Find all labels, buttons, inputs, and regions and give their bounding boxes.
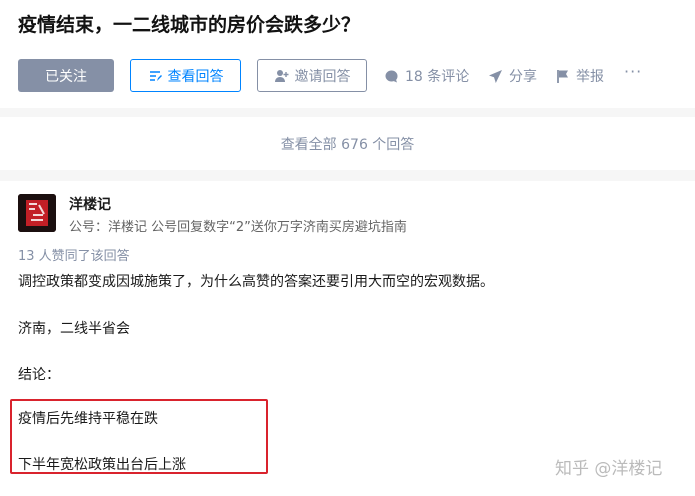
report-button[interactable]: 举报 [556,66,604,86]
answer-card: 洋楼记 公号：洋楼记 公号回复数字“2”送你万字济南买房避坑指南 13 人赞同了… [0,181,695,496]
question-header: 疫情结束，一二线城市的房价会跌多少？ 已关注 查看回答 邀请回答 18 条评论 … [0,0,695,108]
answer-paragraph: 济南，二线半省会 [18,321,130,337]
comments-label: 18 条评论 [405,69,470,85]
view-all-answers-label: 查看全部 676 个回答 [280,136,415,153]
view-answer-label: 查看回答 [167,68,224,85]
comments-button[interactable]: 18 条评论 [384,66,469,86]
followed-label: 已关注 [45,68,87,85]
share-label: 分享 [509,69,537,85]
avatar[interactable] [18,194,56,232]
share-icon [489,69,502,83]
share-button[interactable]: 分享 [488,66,537,86]
view-all-answers-button[interactable]: 查看全部 676 个回答 [0,117,695,170]
highlight-box [10,399,268,474]
watermark: 知乎 @洋楼记 [555,459,663,479]
pencil-icon [149,70,162,81]
question-title: 疫情结束，一二线城市的房价会跌多少？ [18,14,361,36]
flag-icon [557,69,568,83]
comment-icon [385,70,398,82]
author-name[interactable]: 洋楼记 [69,194,111,214]
more-button[interactable]: ··· [624,62,642,81]
invite-button[interactable]: 邀请回答 [257,59,367,92]
report-label: 举报 [576,69,604,85]
add-user-icon [274,69,288,82]
author-bio: 公号：洋楼记 公号回复数字“2”送你万字济南买房避坑指南 [69,220,407,235]
author-logo-icon [18,194,56,232]
answer-paragraph: 调控政策都变成因城施策了，为什么高赞的答案还要引用大而空的宏观数据。 [18,274,494,290]
answer-paragraph: 结论： [18,367,60,383]
invite-label: 邀请回答 [294,68,351,85]
vote-count: 13 人赞同了该回答 [18,249,130,264]
followed-button[interactable]: 已关注 [18,59,114,92]
view-answer-button[interactable]: 查看回答 [130,59,241,92]
